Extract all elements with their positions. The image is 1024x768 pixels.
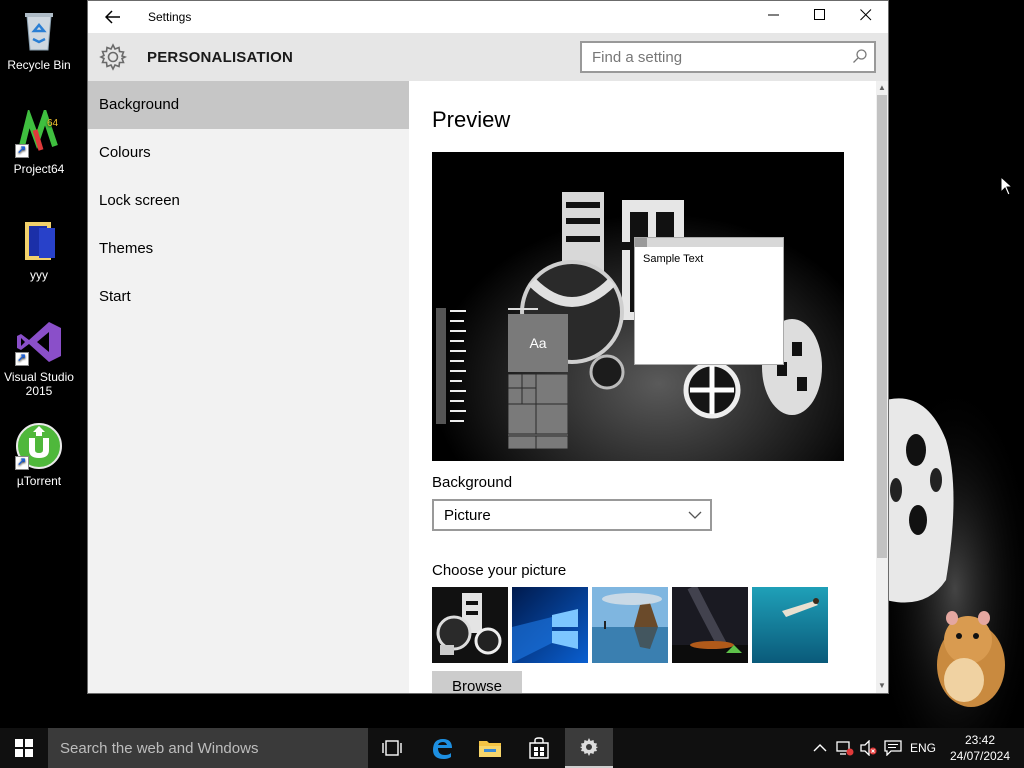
page-title: PERSONALISATION	[147, 49, 294, 66]
preview-tile-header	[508, 308, 538, 310]
desktop-icon-label: Project64	[13, 162, 65, 176]
desktop-icon-project64[interactable]: 64 Project64	[0, 106, 78, 176]
tray-chevron-up-icon[interactable]	[813, 743, 827, 753]
background-preview: Aa Sample Text	[432, 152, 844, 461]
minimize-icon	[768, 14, 779, 16]
find-setting-search	[580, 41, 876, 73]
taskbar: ENG 23:42 24/07/2024	[0, 728, 1024, 768]
dropdown-selected-value: Picture	[444, 507, 491, 524]
shortcut-arrow-icon	[15, 351, 29, 366]
preview-heading: Preview	[432, 107, 511, 132]
preview-sample-window: Sample Text	[634, 237, 784, 365]
visual-studio-icon	[15, 318, 63, 366]
volume-muted-icon[interactable]	[860, 740, 878, 756]
background-type-dropdown[interactable]: Picture	[432, 499, 712, 531]
scrollbar-thumb[interactable]	[877, 95, 887, 558]
picture-thumbnail-3[interactable]	[592, 587, 668, 663]
desktop-icon-label: yyy	[30, 268, 48, 282]
preview-tile-grid	[508, 374, 568, 449]
desktop-icon-label: µTorrent	[16, 474, 62, 488]
action-center-icon[interactable]	[884, 740, 902, 756]
store-icon	[529, 737, 549, 759]
background-type-label: Background	[432, 474, 513, 491]
shortcut-arrow-icon	[15, 455, 29, 470]
minimize-button[interactable]	[751, 1, 797, 33]
choose-picture-label: Choose your picture	[432, 562, 567, 579]
windows-logo-icon	[15, 739, 33, 757]
settings-header: PERSONALISATION	[88, 33, 888, 81]
close-button[interactable]	[843, 1, 889, 33]
desktop-icon-visual-studio[interactable]: Visual Studio 2015	[0, 318, 78, 398]
picture-thumbnail-2[interactable]	[512, 587, 588, 663]
clock-date: 24/07/2024	[949, 749, 1011, 763]
taskbar-store-button[interactable]	[515, 728, 563, 768]
settings-nav: Background Colours Lock screen Themes St…	[88, 81, 409, 693]
scroll-down-icon[interactable]: ▼	[877, 681, 887, 691]
taskbar-settings-button[interactable]	[565, 728, 613, 768]
folder-icon	[15, 216, 63, 264]
desktop-icon-label: Visual Studio 2015	[4, 370, 74, 398]
search-input[interactable]	[582, 43, 832, 71]
svg-text:64: 64	[47, 118, 59, 129]
desktop-icon-label: Recycle Bin	[7, 58, 71, 72]
nav-item-lock-screen[interactable]: Lock screen	[88, 177, 409, 225]
maximize-button[interactable]	[797, 1, 843, 33]
task-view-icon	[382, 740, 402, 756]
desktop-icon-yyy[interactable]: yyy	[0, 216, 78, 282]
back-button[interactable]	[102, 7, 124, 27]
maximize-icon	[814, 9, 825, 20]
network-icon[interactable]	[836, 740, 854, 756]
desktop-icon-recycle-bin[interactable]: Recycle Bin	[0, 6, 78, 72]
chevron-down-icon	[688, 511, 702, 519]
desktop-icon-utorrent[interactable]: µTorrent	[0, 422, 78, 488]
taskbar-search-input[interactable]	[48, 728, 348, 768]
recycle-bin-icon	[15, 6, 63, 54]
close-icon	[860, 9, 872, 21]
start-button[interactable]	[0, 728, 48, 768]
settings-window: Settings PERSONALISATION Background	[87, 0, 889, 694]
browse-button[interactable]: Browse	[432, 671, 522, 693]
picture-thumbnail-1[interactable]	[432, 587, 508, 663]
title-bar: Settings	[88, 1, 888, 33]
folder-icon	[479, 741, 501, 757]
project64-icon: 64	[15, 106, 63, 158]
utorrent-icon	[15, 422, 63, 470]
clock-time: 23:42	[964, 733, 996, 747]
task-view-button[interactable]	[368, 728, 416, 768]
taskbar-edge-button[interactable]	[418, 728, 466, 768]
nav-item-start[interactable]: Start	[88, 273, 409, 321]
content-scrollbar[interactable]: ▲ ▼	[876, 81, 888, 693]
mouse-cursor-icon	[1000, 176, 1014, 196]
shortcut-arrow-icon	[15, 143, 29, 158]
settings-content: Preview Aa Sample Text Background Pictur…	[409, 81, 876, 693]
nav-item-colours[interactable]: Colours	[88, 129, 409, 177]
sample-window-titlebar	[635, 238, 783, 247]
search-icon[interactable]	[852, 48, 868, 64]
taskbar-file-explorer-button[interactable]	[466, 728, 514, 768]
gear-icon	[99, 43, 127, 71]
nav-item-background[interactable]: Background	[88, 81, 409, 129]
sample-text: Sample Text	[643, 253, 704, 265]
language-indicator[interactable]: ENG	[910, 741, 936, 768]
window-title: Settings	[148, 10, 192, 24]
picture-thumbnail-5[interactable]	[752, 587, 828, 663]
back-arrow-icon	[104, 10, 120, 24]
preview-tile-aa: Aa	[508, 314, 568, 372]
edge-icon	[433, 739, 452, 759]
picture-thumbnail-4[interactable]	[672, 587, 748, 663]
nav-item-themes[interactable]: Themes	[88, 225, 409, 273]
taskbar-clock[interactable]: 23:42 24/07/2024	[942, 732, 1018, 764]
taskbar-search	[48, 728, 368, 768]
wallpaper-art	[886, 380, 1024, 728]
scroll-up-icon[interactable]: ▲	[877, 83, 887, 93]
preview-start-menu	[436, 308, 466, 424]
settings-gear-icon	[580, 738, 598, 756]
